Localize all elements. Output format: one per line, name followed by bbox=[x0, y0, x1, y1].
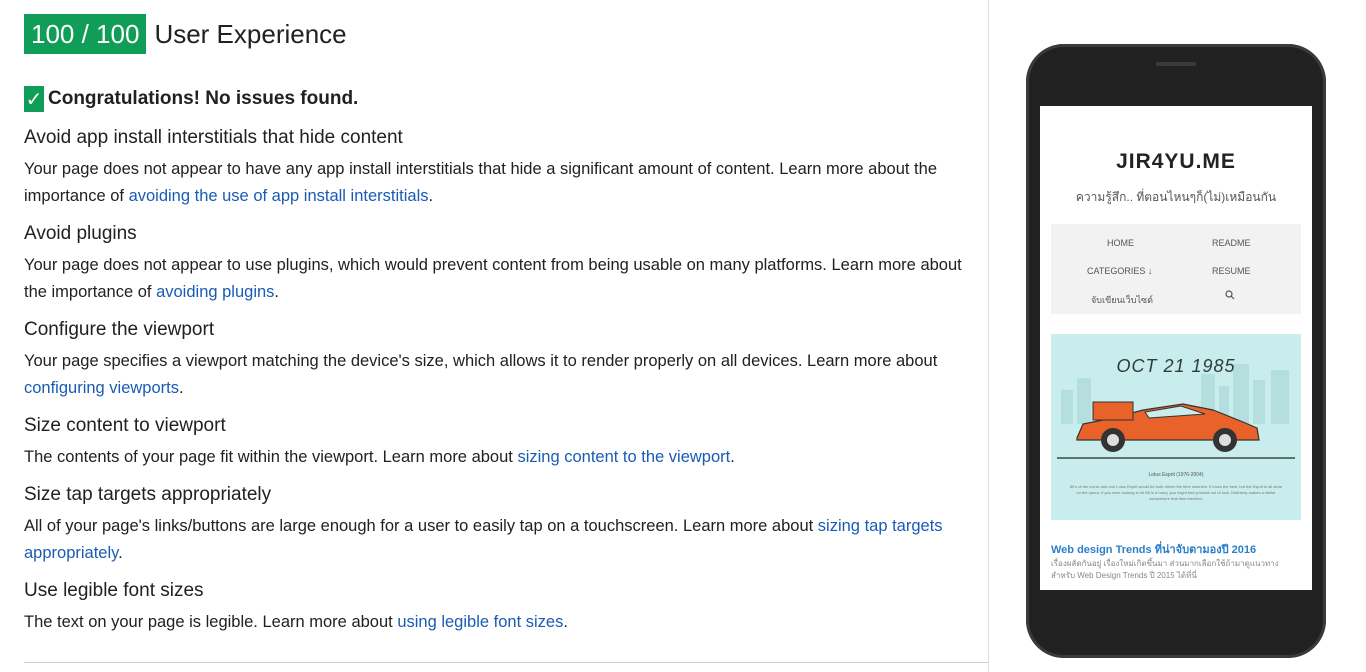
search-icon bbox=[1225, 290, 1235, 302]
rule-description: The text on your page is legible. Learn … bbox=[24, 613, 568, 631]
category-header: 100 / 100 User Experience bbox=[24, 14, 347, 54]
rule-item: Size content to viewport The contents of… bbox=[24, 415, 974, 471]
post-excerpt: เรื่องผลัดกันอยู่ เรื่องใหม่เกิดขึ้นมา ส… bbox=[1051, 559, 1279, 580]
rule-title: Use legible font sizes bbox=[24, 580, 204, 601]
rule-item: Use legible font sizes The text on your … bbox=[24, 580, 974, 636]
hero-text: 80's of the iconic and one Lotus Esprit … bbox=[1069, 484, 1283, 501]
score-badge: 100 / 100 bbox=[24, 14, 147, 54]
rule-item: Avoid plugins Your page does not appear … bbox=[24, 223, 974, 306]
phone-speaker bbox=[1156, 62, 1196, 66]
hero-caption: Lotus Esprit (1976-2004) bbox=[1148, 472, 1204, 478]
site-title: JIR4YU.ME bbox=[1116, 150, 1236, 173]
rule-description: All of your page's links/buttons are lar… bbox=[24, 517, 943, 562]
menu-item-home: HOME bbox=[1107, 238, 1134, 248]
section-divider bbox=[24, 662, 988, 663]
rule-item: Configure the viewport Your page specifi… bbox=[24, 319, 974, 402]
category-title: User Experience bbox=[154, 18, 347, 49]
menu-item-resume: RESUME bbox=[1212, 266, 1251, 276]
mobile-preview-screen: JIR4YU.ME ความรู้สึก.. ที่ตอนไหนๆก็(ไม่)… bbox=[1040, 106, 1312, 590]
panel-divider bbox=[988, 0, 989, 672]
rule-title: Size tap targets appropriately bbox=[24, 484, 272, 505]
success-summary: ✓ Congratulations! No issues found. bbox=[24, 86, 358, 112]
rule-title: Avoid plugins bbox=[24, 223, 137, 244]
featured-image: OCT 21 1985 Lotus Esprit (1976-2004) 80'… bbox=[1051, 334, 1301, 520]
learn-more-link[interactable]: using legible font sizes bbox=[397, 613, 563, 631]
site-menu: HOME README CATEGORIES ↓ RESUME จับเขียน… bbox=[1051, 224, 1301, 314]
rule-description: The contents of your page fit within the… bbox=[24, 448, 735, 466]
menu-item-thai: จับเขียนเว็บไซต์ bbox=[1091, 295, 1153, 305]
rule-title: Configure the viewport bbox=[24, 319, 215, 340]
checkmark-icon: ✓ bbox=[24, 86, 44, 112]
learn-more-link[interactable]: avoiding the use of app install intersti… bbox=[129, 187, 429, 205]
rule-title: Size content to viewport bbox=[24, 415, 226, 436]
rule-results-panel: 100 / 100 User Experience ✓ Congratulati… bbox=[0, 0, 988, 672]
post-title: Web design Trends ที่น่าจับตามองปี 2016 bbox=[1051, 544, 1257, 556]
rule-description: Your page specifies a viewport matching … bbox=[24, 352, 938, 397]
rule-description: Your page does not appear to have any ap… bbox=[24, 160, 937, 205]
rule-item: Avoid app install interstitials that hid… bbox=[24, 127, 974, 210]
site-tagline: ความรู้สึก.. ที่ตอนไหนๆก็(ไม่)เหมือนกัน bbox=[1075, 190, 1277, 204]
menu-item-categories: CATEGORIES ↓ bbox=[1087, 266, 1153, 276]
rule-title: Avoid app install interstitials that hid… bbox=[24, 127, 403, 148]
rule-item: Size tap targets appropriately All of yo… bbox=[24, 484, 974, 567]
learn-more-link[interactable]: avoiding plugins bbox=[156, 283, 274, 301]
learn-more-link[interactable]: sizing content to the viewport bbox=[517, 448, 730, 466]
rule-list: Avoid app install interstitials that hid… bbox=[24, 127, 974, 649]
success-message: Congratulations! No issues found. bbox=[48, 88, 359, 109]
menu-item-readme: README bbox=[1212, 238, 1251, 248]
learn-more-link[interactable]: configuring viewports bbox=[24, 379, 179, 397]
car-illustration bbox=[1076, 401, 1260, 452]
rule-description: Your page does not appear to use plugins… bbox=[24, 256, 962, 301]
hero-date: OCT 21 1985 bbox=[1116, 356, 1236, 376]
